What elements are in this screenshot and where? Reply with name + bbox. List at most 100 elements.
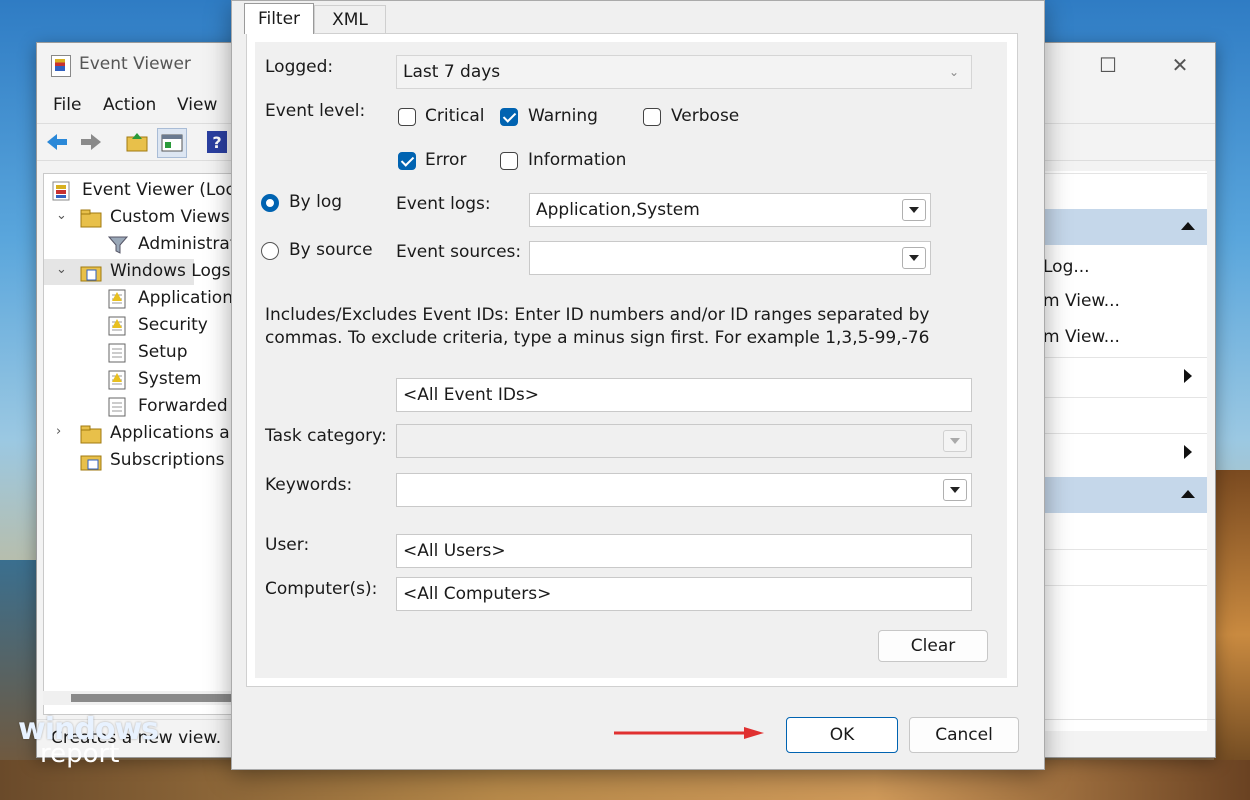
logged-value: Last 7 days [403, 62, 500, 82]
by-log-label: By log [289, 192, 342, 212]
dropdown-arrow-icon[interactable] [943, 430, 967, 452]
clear-button[interactable]: Clear [878, 630, 988, 662]
tree-item-event-viewer-local[interactable]: Event Viewer (Local) [44, 178, 240, 204]
user-input[interactable]: <All Users> [396, 534, 972, 568]
error-checkbox[interactable] [398, 152, 416, 170]
tree-label: System [138, 369, 201, 389]
event-ids-input[interactable]: <All Event IDs> [396, 378, 972, 412]
warning-label: Warning [528, 106, 598, 126]
tree-item-custom-views[interactable]: ⌄ Custom Views [44, 205, 240, 231]
folder-icon [80, 262, 98, 282]
show-hide-tree-icon[interactable] [157, 128, 187, 158]
event-sources-dropdown[interactable] [529, 241, 931, 275]
scrollbar-thumb[interactable] [71, 694, 235, 702]
tree-label: Security [138, 315, 208, 335]
event-viewer-icon [52, 181, 70, 201]
keywords-label: Keywords: [265, 475, 352, 495]
svg-text:?: ? [212, 133, 221, 152]
chevron-down-icon[interactable]: ⌄ [56, 262, 67, 277]
tab-filter[interactable]: Filter [244, 3, 314, 34]
by-log-radio[interactable] [261, 194, 279, 212]
folder-up-icon[interactable] [123, 128, 151, 156]
back-arrow-icon[interactable] [43, 128, 71, 156]
verbose-checkbox[interactable] [643, 108, 661, 126]
tree-label: Application [138, 288, 233, 308]
ok-button[interactable]: OK [786, 717, 898, 753]
event-ids-help-text: Includes/Excludes Event IDs: Enter ID nu… [265, 304, 995, 350]
tree-label: Custom Views [110, 207, 230, 227]
actions-section-header-2[interactable] [1043, 477, 1207, 513]
menu-file[interactable]: File [53, 95, 81, 115]
filter-dialog: Filter XML Logged: Last 7 days ⌄ Event l… [231, 0, 1045, 770]
task-category-dropdown[interactable] [396, 424, 972, 458]
window-title: Event Viewer [79, 54, 191, 74]
tree-label: Event Viewer (Local) [82, 180, 241, 200]
task-category-label: Task category: [265, 426, 387, 446]
log-icon [108, 397, 126, 417]
menu-action[interactable]: Action [103, 95, 156, 115]
cancel-button[interactable]: Cancel [909, 717, 1019, 753]
event-sources-label: Event sources: [396, 242, 521, 262]
close-button[interactable]: ✕ [1157, 51, 1203, 79]
log-icon [108, 289, 126, 309]
windows-report-watermark: windows report [18, 712, 158, 769]
chevron-right-icon[interactable]: › [56, 424, 61, 439]
log-icon [108, 370, 126, 390]
tree-label: Subscriptions [110, 450, 224, 470]
dropdown-arrow-icon[interactable] [943, 479, 967, 501]
computers-value: <All Computers> [403, 584, 551, 604]
event-logs-dropdown[interactable]: Application,System [529, 193, 931, 227]
action-label: Log... [1043, 257, 1090, 277]
red-arrow-annotation [614, 726, 764, 740]
information-checkbox[interactable] [500, 152, 518, 170]
menu-view[interactable]: View [177, 95, 217, 115]
tree-item-applications-and-services[interactable]: › Applications an [44, 421, 240, 447]
user-value: <All Users> [403, 541, 506, 561]
by-source-radio[interactable] [261, 242, 279, 260]
action-open-saved-log[interactable]: Log... [1043, 257, 1207, 277]
tree-item-windows-logs[interactable]: ⌄ Windows Logs [44, 259, 194, 285]
tree-item-setup[interactable]: Setup [44, 340, 240, 366]
tree-item-administrative[interactable]: Administrati [44, 232, 240, 258]
actions-pane: Log... m View... m View... [1043, 171, 1207, 731]
error-label: Error [425, 150, 466, 170]
help-icon[interactable]: ? [203, 128, 231, 156]
action-help-submenu[interactable] [1043, 435, 1207, 471]
dropdown-arrow-icon[interactable] [902, 247, 926, 269]
actions-section-header[interactable] [1043, 209, 1207, 245]
keywords-dropdown[interactable] [396, 473, 972, 507]
maximize-button[interactable]: ☐ [1085, 51, 1131, 79]
event-ids-value: <All Event IDs> [403, 385, 539, 405]
navigation-tree: Event Viewer (Local) ⌄ Custom Views Admi… [43, 173, 241, 715]
warning-checkbox[interactable] [500, 108, 518, 126]
action-import-custom-view[interactable]: m View... [1043, 327, 1207, 347]
dropdown-arrow-icon[interactable] [902, 199, 926, 221]
subscription-icon [80, 451, 98, 471]
horizontal-scrollbar[interactable] [43, 691, 239, 705]
forward-arrow-icon[interactable] [77, 128, 105, 156]
tree-item-application[interactable]: Application [44, 286, 240, 312]
tree-label: Setup [138, 342, 187, 362]
tree-label: Forwarded E [138, 396, 241, 416]
tree-label: Applications an [110, 423, 240, 443]
chevron-down-icon[interactable]: ⌄ [56, 208, 67, 223]
tree-item-subscriptions[interactable]: Subscriptions [44, 448, 240, 474]
filter-form: Logged: Last 7 days ⌄ Event level: Criti… [255, 42, 1007, 678]
tree-item-forwarded-events[interactable]: Forwarded E [44, 394, 240, 420]
tree-item-security[interactable]: Security [44, 313, 240, 339]
by-source-label: By source [289, 240, 373, 260]
user-label: User: [265, 535, 309, 555]
event-viewer-icon [51, 55, 71, 77]
action-create-custom-view[interactable]: m View... [1043, 291, 1207, 311]
background-rock-right [1214, 470, 1250, 800]
folder-icon [80, 424, 98, 444]
logged-dropdown[interactable]: Last 7 days ⌄ [396, 55, 972, 89]
verbose-label: Verbose [671, 106, 739, 126]
filter-icon [108, 235, 126, 255]
critical-checkbox[interactable] [398, 108, 416, 126]
tree-item-system[interactable]: System [44, 367, 240, 393]
computers-input[interactable]: <All Computers> [396, 577, 972, 611]
chevron-down-icon: ⌄ [949, 56, 959, 88]
tab-xml[interactable]: XML [314, 5, 386, 34]
action-view-submenu[interactable] [1043, 361, 1207, 397]
